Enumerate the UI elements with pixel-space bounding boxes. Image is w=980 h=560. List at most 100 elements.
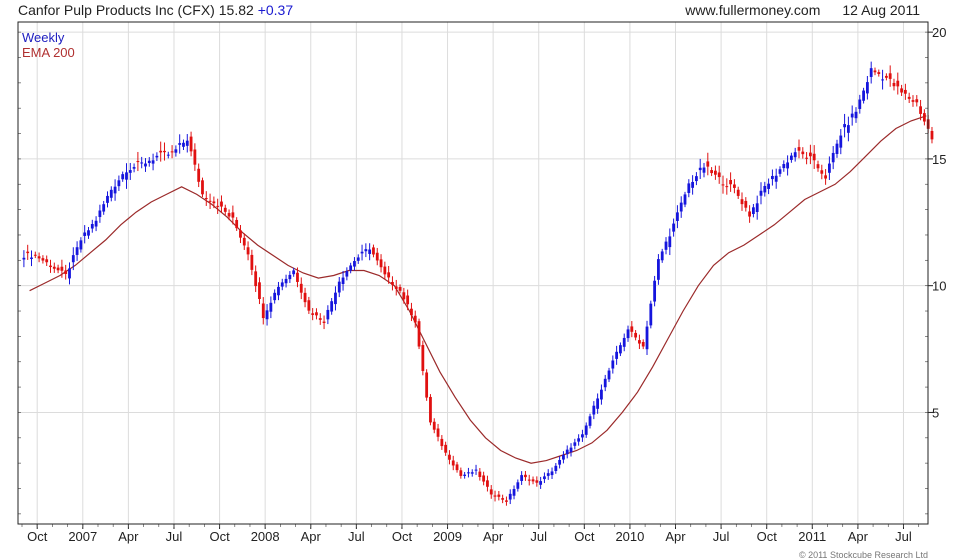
candle-body (767, 183, 771, 189)
candle-body (596, 398, 600, 409)
candle-body (467, 472, 470, 474)
x-tick-label: Oct (27, 529, 48, 544)
candle-body (223, 207, 227, 212)
candle-body (573, 442, 577, 446)
candle-body (622, 337, 626, 347)
candle-body (216, 205, 220, 207)
ema-series (29, 115, 927, 464)
candle-body (782, 164, 786, 169)
candle-body (645, 326, 649, 350)
candle-body (425, 372, 429, 398)
candle-body (854, 111, 858, 119)
candle-body (884, 75, 888, 78)
candle-body (527, 479, 531, 481)
candle-body (706, 161, 710, 167)
candle-body (626, 329, 630, 339)
candle-body (752, 207, 755, 215)
candle-body (83, 232, 87, 236)
candle-body (284, 278, 288, 284)
candle-body (349, 265, 353, 271)
candle-body (714, 170, 717, 175)
candle-body (322, 321, 326, 323)
candle-body (375, 252, 379, 261)
candle-body (68, 268, 71, 279)
candle-body (429, 396, 432, 423)
candle-body (239, 230, 242, 238)
candle-body (539, 481, 543, 485)
candle-body (801, 151, 805, 155)
x-tick-label: Apr (848, 529, 869, 544)
candle-body (144, 163, 147, 167)
candle-body (672, 223, 676, 232)
candle-body (242, 237, 246, 246)
candle-body (649, 303, 653, 326)
x-tick-label: Jul (166, 529, 183, 544)
candle-body (90, 223, 94, 229)
x-tick-label: 2011 (798, 529, 826, 544)
candle-body (455, 464, 459, 471)
candle-body (136, 161, 140, 163)
candle-body (402, 292, 406, 300)
candle-body (478, 471, 482, 477)
candle-body (269, 302, 273, 312)
candle-body (71, 255, 75, 263)
candle-body (584, 425, 588, 435)
candle-body (140, 162, 144, 164)
candle-body (816, 164, 820, 169)
axes: Oct 2007 Apr Jul Oct 2008 Apr Jul Oct 2009 Apr Jul O… (17, 21, 946, 544)
candle-body (398, 287, 402, 291)
candle-body (337, 281, 341, 293)
candle-body (30, 257, 33, 260)
candle-body (592, 405, 596, 415)
candle-body (501, 498, 505, 500)
y-tick-label: 15 (932, 152, 946, 167)
candle-body (33, 254, 37, 256)
candle-body (265, 310, 269, 320)
candle-body (64, 270, 68, 275)
candle-body (49, 265, 52, 268)
y-tick-label: 20 (932, 25, 946, 40)
candle-body (417, 321, 421, 347)
candle-body (459, 470, 463, 476)
candle-body (261, 303, 265, 319)
candle-body (45, 259, 49, 263)
candle-body (744, 200, 748, 208)
x-tick-label: 2008 (251, 529, 280, 544)
candle-body (254, 271, 258, 287)
candle-body (250, 254, 254, 270)
candle-body (37, 256, 41, 259)
candle-body (634, 332, 638, 338)
candle-body (296, 272, 299, 282)
candle-body (611, 360, 615, 369)
candle-body (907, 96, 911, 99)
candle-body (911, 100, 915, 102)
candle-body (888, 73, 892, 79)
candle-body (786, 162, 789, 169)
candle-body (326, 309, 330, 320)
candle-body (318, 318, 322, 320)
candle-body (299, 283, 303, 293)
candle-body (721, 184, 725, 186)
candle-body (524, 474, 527, 478)
candle-body (600, 389, 603, 400)
candle-body (789, 155, 793, 160)
candle-body (387, 272, 391, 278)
candle-body (201, 180, 204, 195)
candle-body (858, 99, 862, 109)
candle-body (474, 469, 478, 471)
candle-body (691, 181, 695, 188)
candle-body (341, 277, 345, 285)
candle-body (489, 489, 493, 495)
candle-body (763, 185, 767, 193)
candle-body (410, 308, 413, 316)
candle-body (98, 210, 102, 218)
candle-body (900, 88, 903, 93)
candle-body (903, 89, 907, 94)
candle-body (930, 130, 934, 140)
candle-body (79, 240, 83, 250)
x-tick-label: Oct (392, 529, 413, 544)
candle-body (106, 195, 109, 203)
candle-body (315, 312, 318, 316)
candle-body (497, 494, 501, 497)
x-tick-label: Oct (757, 529, 778, 544)
